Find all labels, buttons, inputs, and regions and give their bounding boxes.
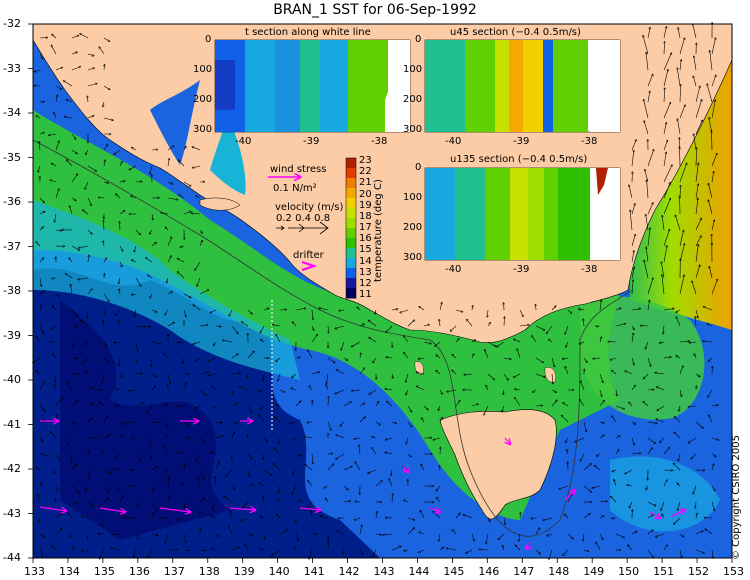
inset-depth-tick: 100 [403, 192, 423, 203]
lon-tick-label: 144 [408, 565, 430, 578]
inset-depth-tick: 300 [403, 252, 423, 263]
colorbar-segment [346, 158, 356, 169]
wind-stress-label: wind stress [270, 164, 327, 175]
lat-tick-label: -36 [3, 195, 21, 208]
sst-map [28, 0, 733, 563]
lat-tick-label: -35 [3, 150, 21, 164]
colorbar-segment [346, 238, 356, 249]
inset-lat-tick: -40 [445, 264, 462, 275]
inset-depth-tick: 0 [205, 34, 212, 45]
colorbar-segment [346, 258, 356, 269]
inset-lat-tick: -38 [371, 136, 388, 147]
lon-tick-label: 150 [618, 565, 640, 578]
u135-section-inset [424, 167, 621, 261]
inset-depth-tick: 0 [415, 162, 422, 173]
lon-tick-label: 142 [338, 565, 360, 578]
inset-lat-tick: -39 [303, 136, 320, 147]
inset-depth-tick: 200 [403, 94, 423, 105]
colorbar-segment [346, 198, 356, 209]
lon-tick-label: 143 [373, 565, 395, 578]
lat-tick-label: -44 [3, 551, 21, 564]
inset-lat-tick: -40 [445, 136, 462, 147]
colorbar-segment [346, 288, 356, 299]
inset-depth-tick: 100 [403, 64, 423, 75]
colorbar [345, 157, 357, 299]
lat-tick-label: -32 [3, 17, 21, 30]
inset-lat-tick: -39 [513, 264, 530, 275]
wind-stress-value: 0.1 N/m² [273, 183, 317, 194]
t-section-title: t section along white line [245, 27, 371, 38]
lon-tick-label: 134 [58, 565, 80, 578]
t-section-inset [214, 39, 411, 133]
inset-depth-tick: 200 [403, 222, 423, 233]
lon-tick-label: 152 [688, 565, 710, 578]
inset-lat-tick: -39 [513, 136, 530, 147]
lon-tick-label: 135 [93, 565, 115, 578]
lon-tick-label: 139 [233, 565, 255, 578]
colorbar-segment [346, 278, 356, 289]
colorbar-segment [346, 218, 356, 229]
lon-tick-label: 141 [303, 565, 325, 578]
u135-section-title: u135 section (−0.4 0.5m/s) [450, 154, 588, 165]
u45-section-title: u45 section (−0.4 0.5m/s) [450, 27, 581, 38]
inset-depth-tick: 300 [193, 124, 213, 135]
inset-depth-tick: 200 [193, 94, 213, 105]
lat-tick-label: -43 [3, 506, 21, 520]
u45-section-inset [424, 39, 621, 133]
inset-lat-tick: -38 [581, 136, 598, 147]
inset-lat-tick: -38 [581, 264, 598, 275]
lat-tick-label: -38 [3, 284, 21, 297]
lon-tick-label: 133 [24, 565, 45, 578]
colorbar-segment [346, 228, 356, 239]
colorbar-tick: 11 [359, 289, 372, 300]
inset-depth-tick: 100 [193, 64, 213, 75]
colorbar-segment [346, 178, 356, 189]
lon-tick-label: 151 [653, 565, 675, 578]
inset-depth-tick: 300 [403, 124, 423, 135]
lat-tick-label: -34 [3, 106, 21, 119]
copyright: © Copyright CSIRO 2005 [731, 435, 742, 560]
lon-tick-label: 147 [513, 565, 535, 578]
colorbar-segment [346, 188, 356, 199]
lat-tick-label: -40 [3, 373, 21, 386]
lon-tick-label: 145 [443, 565, 465, 578]
lon-tick-label: 149 [583, 565, 605, 578]
lat-tick-label: -42 [3, 462, 21, 475]
lat-tick-label: -37 [3, 239, 21, 253]
velocity-values: 0.2 0.4 0.8 [276, 213, 331, 224]
drifter-label: drifter [293, 250, 324, 261]
lon-tick-label: 140 [268, 565, 290, 578]
colorbar-label: temperature (deg C) [373, 179, 384, 282]
colorbar-segment [346, 208, 356, 219]
inset-depth-tick: 0 [415, 34, 422, 45]
lon-tick-label: 138 [198, 565, 220, 578]
inset-lat-tick: -40 [235, 136, 252, 147]
colorbar-segment [346, 248, 356, 259]
lon-tick-label: 136 [128, 565, 150, 578]
lon-tick-label: 146 [478, 565, 500, 578]
colorbar-segment [346, 268, 356, 279]
lon-tick-label: 137 [163, 565, 185, 578]
colorbar-segment [346, 168, 356, 179]
lat-tick-label: -41 [3, 417, 21, 431]
lon-tick-label: 153 [723, 565, 744, 578]
lat-tick-label: -33 [3, 61, 21, 75]
lon-tick-label: 148 [548, 565, 570, 578]
lat-tick-label: -39 [3, 328, 21, 342]
